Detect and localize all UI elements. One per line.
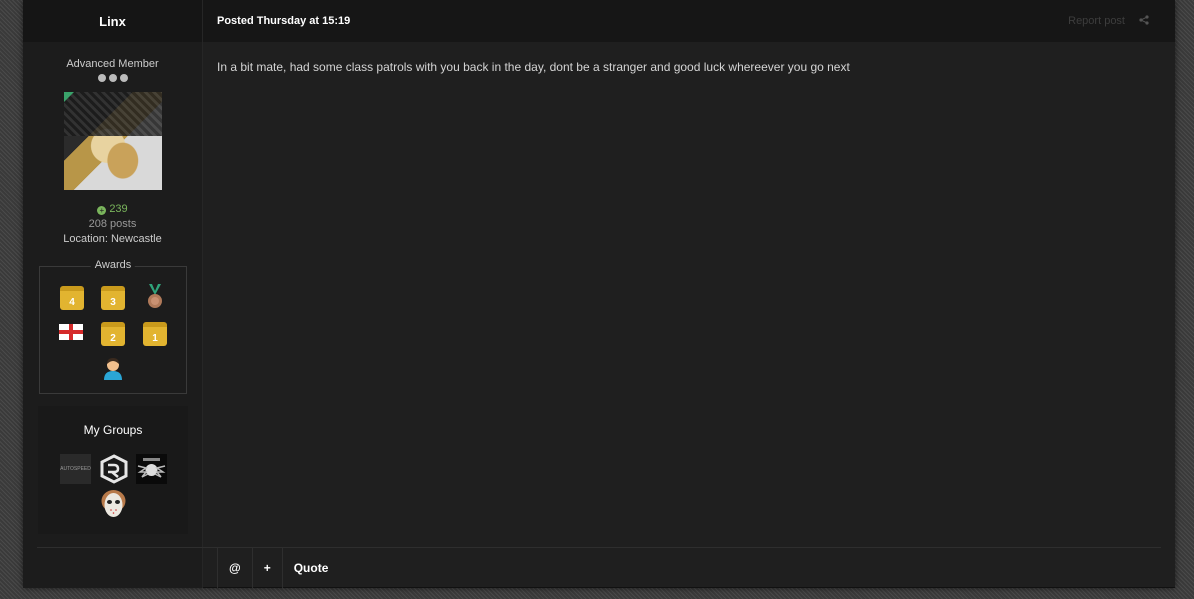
award-label: 3 [110,297,116,308]
awards-title: Awards [90,259,136,271]
plus-circle-icon: + [97,206,107,215]
multiquote-button[interactable]: + [251,548,282,588]
avatar-pattern [63,92,162,137]
post-header: Posted Thursday at 15:19 Report post [203,0,1175,42]
calendar-3-icon[interactable]: 3 [101,286,125,310]
report-post-link[interactable]: Report post [1068,15,1125,27]
member-rank: Advanced Member [66,58,159,70]
rank-pip [108,74,117,82]
calendar-2-icon[interactable]: 2 [101,322,125,346]
calendar-4-icon[interactable]: 4 [60,286,84,310]
reputation-count: 239 [109,203,128,215]
post-body: In a bit mate, had some class patrols wi… [217,60,850,74]
group-logo-text: AUTOSPEED [60,466,91,472]
mention-button[interactable]: @ [217,548,252,588]
quote-button[interactable]: Quote [281,548,340,588]
divider [37,547,1161,548]
groups-title: My Groups [83,423,143,437]
england-flag-icon[interactable] [59,324,83,340]
post-count: 208 posts [88,218,137,230]
group-logo-wings[interactable] [136,454,167,484]
group-logo-rg[interactable] [99,454,130,484]
award-label: 4 [69,297,75,308]
forum-post: Linx Advanced Member +239 208 posts Loca… [23,0,1175,588]
award-label: 2 [110,333,116,344]
share-icon[interactable] [1139,14,1149,28]
calendar-1-icon[interactable]: 1 [143,322,167,346]
group-logo-autospeed[interactable]: AUTOSPEED [60,454,91,484]
rank-pip [97,74,106,82]
person-icon[interactable] [101,356,125,380]
author-panel: Linx Advanced Member +239 208 posts Loca… [23,0,203,588]
location: Location: Newcastle [63,233,162,245]
reputation[interactable]: +239 [23,203,202,215]
author-name[interactable]: Linx [23,0,202,42]
post-actions: @ + Quote [217,548,339,588]
rank-pips [23,74,202,82]
post-date[interactable]: Posted Thursday at 15:19 [217,15,350,27]
award-label: 1 [152,333,158,344]
my-groups-box: My Groups AUTOSPEED [38,406,188,534]
rank-pip [119,74,128,82]
group-logo-mask[interactable] [98,488,129,518]
avatar[interactable] [63,92,162,190]
medal-icon[interactable] [143,284,167,308]
awards-box: Awards 4 3 2 1 [39,259,187,394]
